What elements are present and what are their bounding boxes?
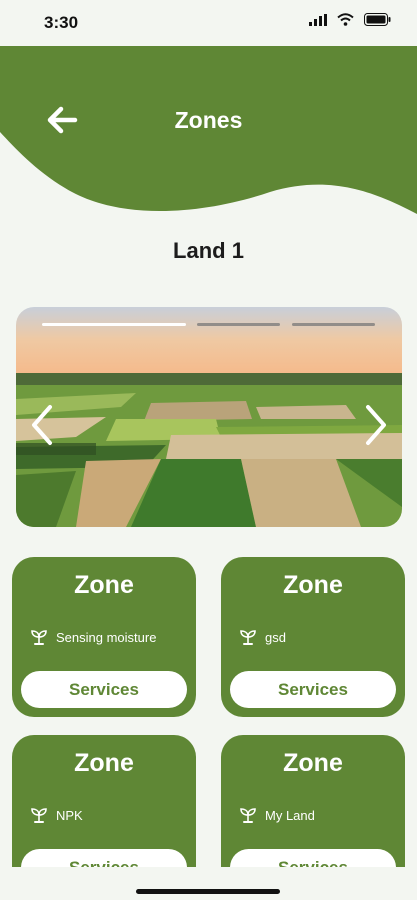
services-button[interactable]: Services [21,849,187,867]
sensor-label: My Land [265,808,315,823]
farmland-image [16,307,402,527]
wifi-icon [337,13,354,26]
services-button[interactable]: Services [230,671,396,708]
zone-grid: Zone Sensing moisture Services Zone gsd … [12,557,405,867]
plant-sprout-icon [240,808,256,823]
home-indicator-area [0,867,417,900]
image-carousel[interactable] [16,307,402,527]
sensor-row: My Land [239,807,315,824]
zone-card[interactable]: Zone Sensing moisture Services [12,557,196,717]
sensor-row: Sensing moisture [30,629,156,646]
sensor-row: NPK [30,807,83,824]
chevron-left-icon[interactable] [28,403,56,447]
land-title: Land 1 [173,238,244,263]
zone-title: Zone [283,571,343,599]
services-button[interactable]: Services [230,849,396,867]
sensor-label: gsd [265,630,286,645]
zone-card[interactable]: Zone gsd Services [221,557,405,717]
services-button[interactable]: Services [21,671,187,708]
status-icons [309,13,391,26]
carousel-indicator-3[interactable] [292,323,375,326]
plant-sprout-icon [31,808,47,823]
page-title: Zones [174,107,243,133]
carousel-indicator-1[interactable] [42,323,186,326]
zone-card[interactable]: Zone NPK Services [12,735,196,867]
zone-card[interactable]: Zone My Land Services [221,735,405,867]
signal-icon [309,13,327,26]
sensor-row: gsd [239,629,286,646]
carousel-indicator-2[interactable] [197,323,280,326]
chevron-right-icon[interactable] [362,403,390,447]
plant-sprout-icon [240,630,256,645]
zone-title: Zone [74,571,134,599]
home-indicator[interactable] [136,889,280,894]
battery-icon [364,13,391,26]
status-bar: 3:30 [0,0,417,46]
zone-title: Zone [74,749,134,777]
status-time: 3:30 [44,13,79,32]
plant-sprout-icon [31,630,47,645]
sensor-label: NPK [56,808,83,823]
sensor-label: Sensing moisture [56,630,157,645]
zone-title: Zone [283,749,343,777]
